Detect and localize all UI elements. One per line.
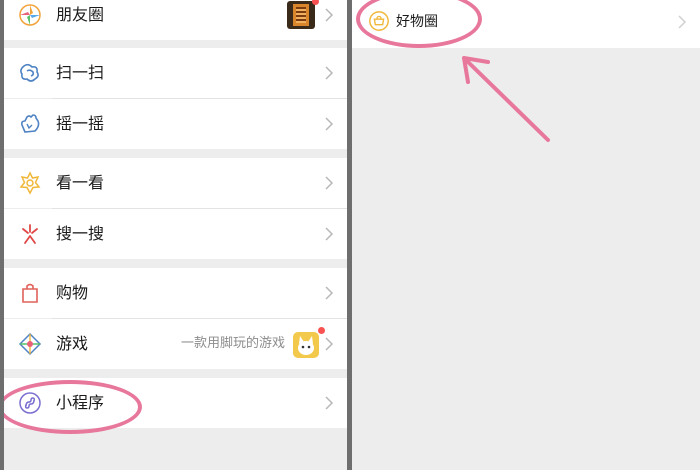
menu-item-games[interactable]: 游戏 一款用脚玩的游戏 <box>4 319 347 369</box>
menu-label: 购物 <box>56 283 89 302</box>
chevron-right-icon <box>325 8 334 22</box>
shake-icon <box>21 114 40 133</box>
menu-label: 游戏 <box>56 334 89 353</box>
menu-label: 搜一搜 <box>56 224 105 243</box>
chevron-right-icon <box>678 15 687 29</box>
mini-program-menu-panel: 好物圈 <box>352 0 700 470</box>
scan-icon <box>20 63 39 82</box>
chevron-right-icon <box>325 117 334 131</box>
highlight-circle <box>4 380 142 434</box>
notification-dot <box>312 0 319 5</box>
shopping-bag-icon <box>22 283 38 303</box>
menu-item-moments[interactable]: 朋友圈 <box>4 0 347 40</box>
moments-aperture-icon <box>19 4 41 26</box>
chevron-right-icon <box>325 396 334 410</box>
menu-item-shopping[interactable]: 购物 <box>4 268 347 318</box>
moments-thumbnail <box>287 1 315 29</box>
chevron-right-icon <box>325 66 334 80</box>
search-sparkle-icon <box>22 224 38 244</box>
highlight-arrow <box>462 56 550 142</box>
discover-menu-panel: 朋友圈 扫一扫 摇一摇 看一看 搜一搜 购物 游戏 一款用脚玩的游戏 小程序 <box>4 0 347 470</box>
menu-item-top-stories[interactable]: 看一看 <box>4 158 347 208</box>
menu-item-shake[interactable]: 摇一摇 <box>4 99 347 149</box>
game-recommendation-text: 一款用脚玩的游戏 <box>180 336 285 351</box>
menu-item-search[interactable]: 搜一搜 <box>4 209 347 259</box>
menu-label: 扫一扫 <box>56 63 105 82</box>
game-diamond-icon <box>18 332 42 356</box>
menu-label: 看一看 <box>56 173 105 192</box>
menu-label: 摇一摇 <box>56 114 105 133</box>
menu-item-scan[interactable]: 扫一扫 <box>4 48 347 98</box>
chevron-right-icon <box>325 176 334 190</box>
notification-dot <box>318 327 325 334</box>
menu-label: 朋友圈 <box>56 5 105 24</box>
chevron-right-icon <box>325 337 334 351</box>
top-stories-icon <box>19 171 41 195</box>
chevron-right-icon <box>325 227 334 241</box>
game-thumbnail <box>293 332 319 358</box>
chevron-right-icon <box>325 286 334 300</box>
